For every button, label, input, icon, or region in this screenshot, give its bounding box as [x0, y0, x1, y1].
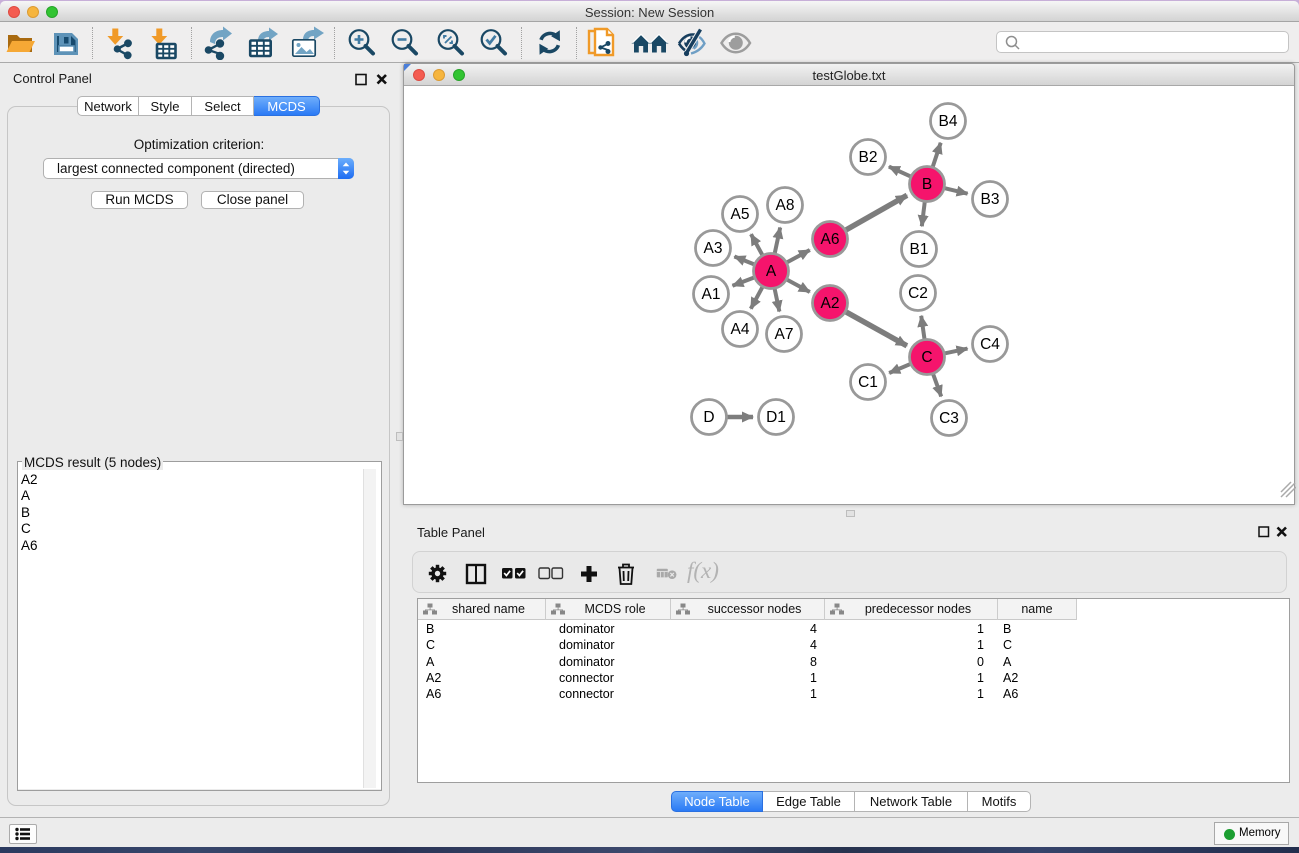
svg-text:B3: B3	[981, 191, 1000, 208]
svg-text:C4: C4	[980, 336, 1000, 353]
svg-text:A7: A7	[775, 326, 794, 343]
svg-text:C: C	[921, 349, 932, 366]
svg-text:B4: B4	[939, 113, 958, 130]
svg-text:A: A	[766, 263, 777, 280]
svg-text:B2: B2	[859, 149, 878, 166]
svg-text:A8: A8	[776, 197, 795, 214]
svg-text:B1: B1	[910, 241, 929, 258]
svg-text:A1: A1	[702, 286, 721, 303]
svg-text:C3: C3	[939, 410, 959, 427]
svg-text:C1: C1	[858, 374, 878, 391]
svg-text:D: D	[703, 409, 714, 426]
svg-text:A5: A5	[731, 206, 750, 223]
svg-text:A4: A4	[731, 321, 750, 338]
svg-text:A2: A2	[821, 295, 840, 312]
svg-text:C2: C2	[908, 285, 928, 302]
svg-text:D1: D1	[766, 409, 786, 426]
svg-text:A3: A3	[704, 240, 723, 257]
svg-text:B: B	[922, 176, 932, 193]
svg-text:A6: A6	[821, 231, 840, 248]
